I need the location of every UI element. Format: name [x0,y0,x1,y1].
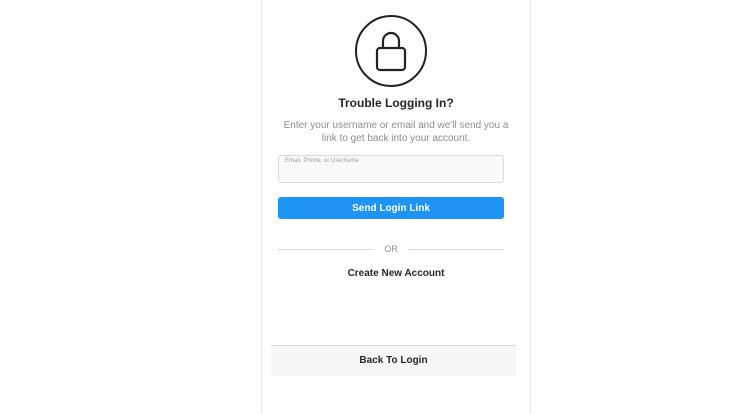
back-to-login-button[interactable]: Back To Login [271,345,516,376]
or-divider: OR [278,243,504,255]
page-title: Trouble Logging In? [338,96,454,110]
instructions-text: Enter your username or email and we'll s… [283,120,509,144]
send-login-link-button[interactable]: Send Login Link [278,197,504,219]
divider-line-right [409,249,504,250]
username-field-placeholder: Email, Phone, or Username [285,158,359,164]
create-new-account-link[interactable]: Create New Account [261,268,531,279]
lock-glyph [375,31,407,72]
lock-icon [355,15,427,87]
username-field[interactable]: Email, Phone, or Username [278,155,504,183]
screen: Trouble Logging In? Enter your username … [0,0,750,414]
